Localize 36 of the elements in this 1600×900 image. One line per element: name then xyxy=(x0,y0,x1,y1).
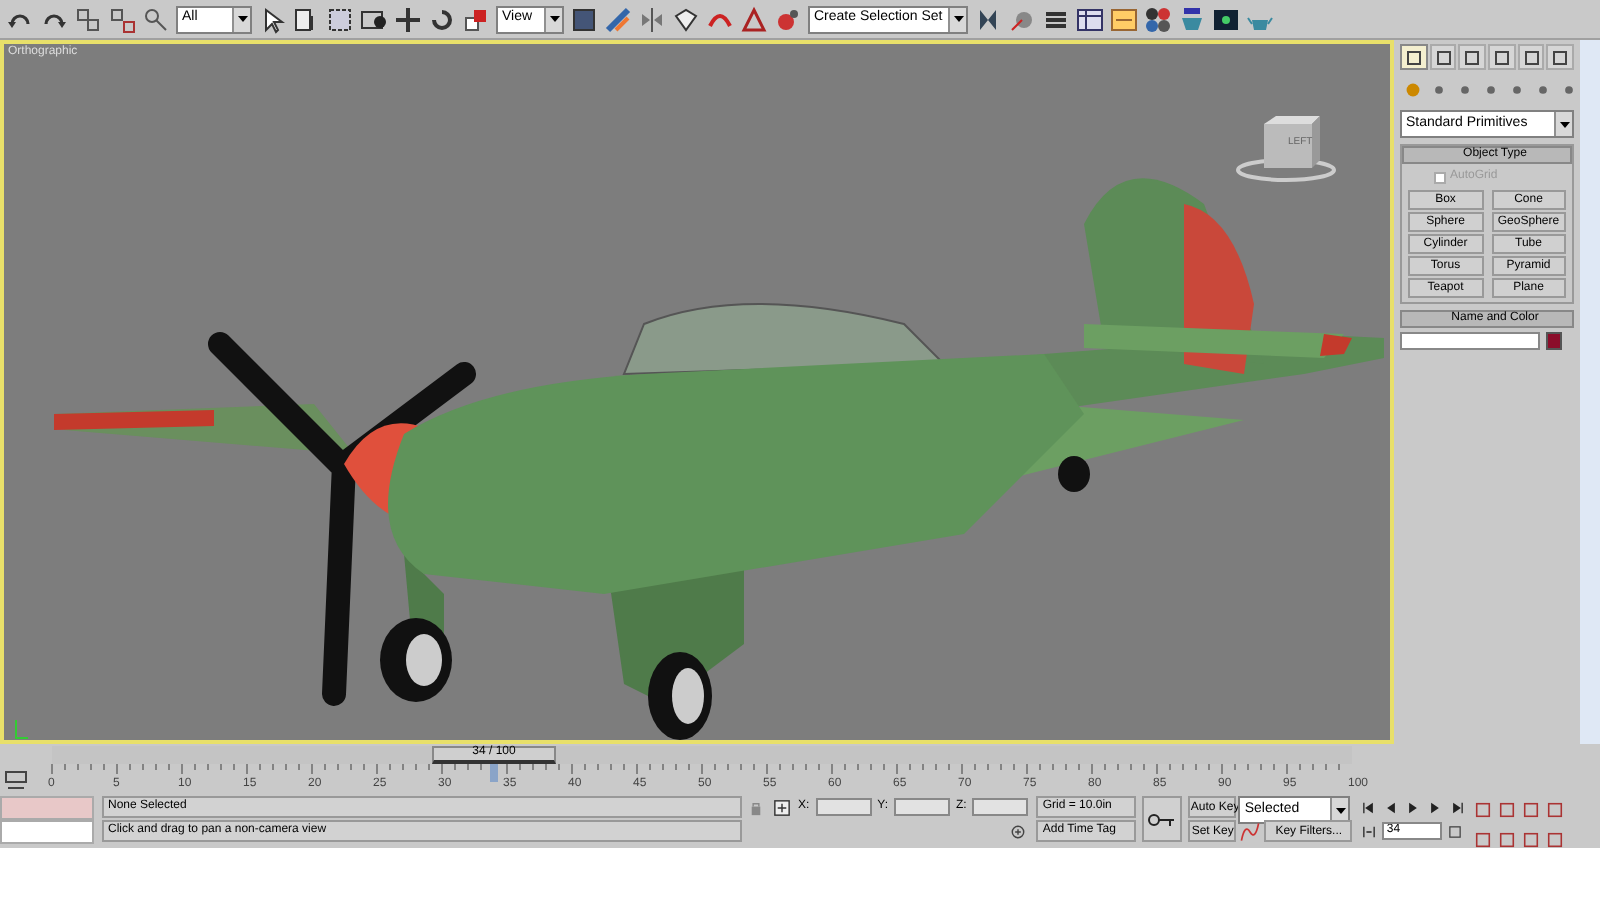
rotate-icon[interactable] xyxy=(428,5,456,33)
material-editor-icon[interactable] xyxy=(1144,5,1172,33)
mirror-objects-icon[interactable] xyxy=(974,5,1002,33)
coordinate-field[interactable] xyxy=(894,798,951,816)
set-key-button[interactable] xyxy=(1142,796,1183,842)
material-icon[interactable] xyxy=(774,5,802,33)
track-view-icon[interactable] xyxy=(1076,5,1104,33)
pivot-icon[interactable] xyxy=(570,5,598,33)
hierarchy-tab-icon[interactable] xyxy=(1458,44,1487,70)
unlink-icon[interactable] xyxy=(108,5,136,33)
coordinate-field[interactable] xyxy=(815,798,872,816)
link-icon[interactable] xyxy=(74,5,102,33)
object-name-field[interactable] xyxy=(1400,332,1540,350)
maxscript-listener-field[interactable] xyxy=(0,796,94,820)
window-crossing-icon[interactable] xyxy=(360,5,388,33)
display-tab-icon[interactable] xyxy=(1517,44,1545,70)
key-tangent-icon[interactable] xyxy=(1238,817,1263,845)
snaps-icon[interactable] xyxy=(604,5,632,33)
create-tab-icon[interactable] xyxy=(1400,44,1428,70)
triangle-icon[interactable] xyxy=(740,5,768,33)
track-bar-toggle-icon[interactable] xyxy=(0,766,32,794)
current-frame-marker xyxy=(490,764,498,782)
render-setup-icon[interactable] xyxy=(1178,5,1206,33)
motion-tab-icon[interactable] xyxy=(1488,44,1516,70)
object-color-swatch[interactable] xyxy=(1546,332,1562,350)
axis-tripod-icon xyxy=(12,720,28,740)
maxscript-input-field[interactable] xyxy=(0,820,94,844)
move-icon[interactable] xyxy=(394,5,422,33)
coordinate-field[interactable] xyxy=(972,798,1029,816)
mirror-icon[interactable] xyxy=(638,5,666,33)
utilities-tab-icon[interactable] xyxy=(1546,44,1575,70)
modify-tab-icon[interactable] xyxy=(1429,44,1457,70)
render-frame-icon[interactable] xyxy=(1212,5,1240,33)
scale-icon[interactable] xyxy=(462,5,490,33)
key-icon xyxy=(1148,811,1177,827)
region-select-icon[interactable] xyxy=(326,5,354,33)
